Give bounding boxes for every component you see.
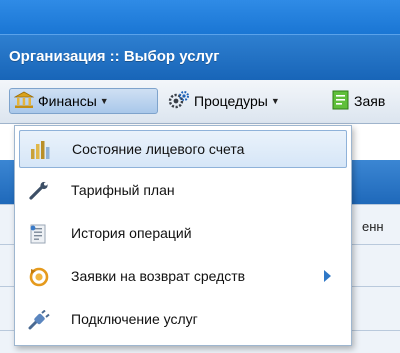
- window-title: Организация :: Выбор услуг: [9, 48, 220, 65]
- submenu-arrow-icon: [324, 270, 331, 282]
- toolbar: Финансы ▼ Процедуры ▼ Заяв: [0, 80, 400, 124]
- menu-item-refund-requests[interactable]: Заявки на возврат средств: [19, 258, 347, 296]
- procedures-menu-button[interactable]: Процедуры ▼: [166, 88, 314, 114]
- finance-menu-label: Финансы: [38, 93, 97, 109]
- chevron-down-icon: ▼: [99, 96, 109, 106]
- bank-icon: [13, 91, 35, 112]
- chart-bars-icon: [29, 140, 51, 160]
- menu-item-label: Подключение услуг: [71, 311, 198, 327]
- wrench-icon: [28, 181, 50, 201]
- menu-item-tariff-plan[interactable]: Тарифный план: [19, 172, 347, 210]
- menu-item-label: Заявки на возврат средств: [71, 268, 246, 284]
- chevron-down-icon: ▼: [270, 96, 280, 106]
- requests-doc-icon: [332, 90, 350, 113]
- plug-icon: [28, 309, 50, 330]
- menu-item-account-status[interactable]: Состояние лицевого счета: [19, 130, 347, 168]
- menu-item-label: Состояние лицевого счета: [72, 141, 245, 157]
- procedures-menu-label: Процедуры: [194, 93, 268, 109]
- background-column-header: енн: [362, 219, 384, 234]
- refund-icon: [28, 267, 50, 287]
- gears-icon: [168, 90, 190, 113]
- menu-item-operation-history[interactable]: История операций: [19, 215, 347, 253]
- window-title-bar: Организация :: Выбор услуг: [0, 34, 400, 80]
- requests-menu-button[interactable]: Заяв: [330, 88, 400, 114]
- menu-item-service-connection[interactable]: Подключение услуг: [19, 301, 347, 339]
- menu-item-label: История операций: [71, 225, 192, 241]
- finance-menu-button[interactable]: Финансы ▼: [9, 88, 158, 114]
- requests-menu-label: Заяв: [354, 93, 386, 109]
- top-strip: [0, 0, 400, 34]
- finance-dropdown-menu: Состояние лицевого счета Тарифный план И…: [14, 125, 352, 346]
- menu-item-label: Тарифный план: [71, 182, 175, 198]
- history-list-icon: [28, 224, 50, 244]
